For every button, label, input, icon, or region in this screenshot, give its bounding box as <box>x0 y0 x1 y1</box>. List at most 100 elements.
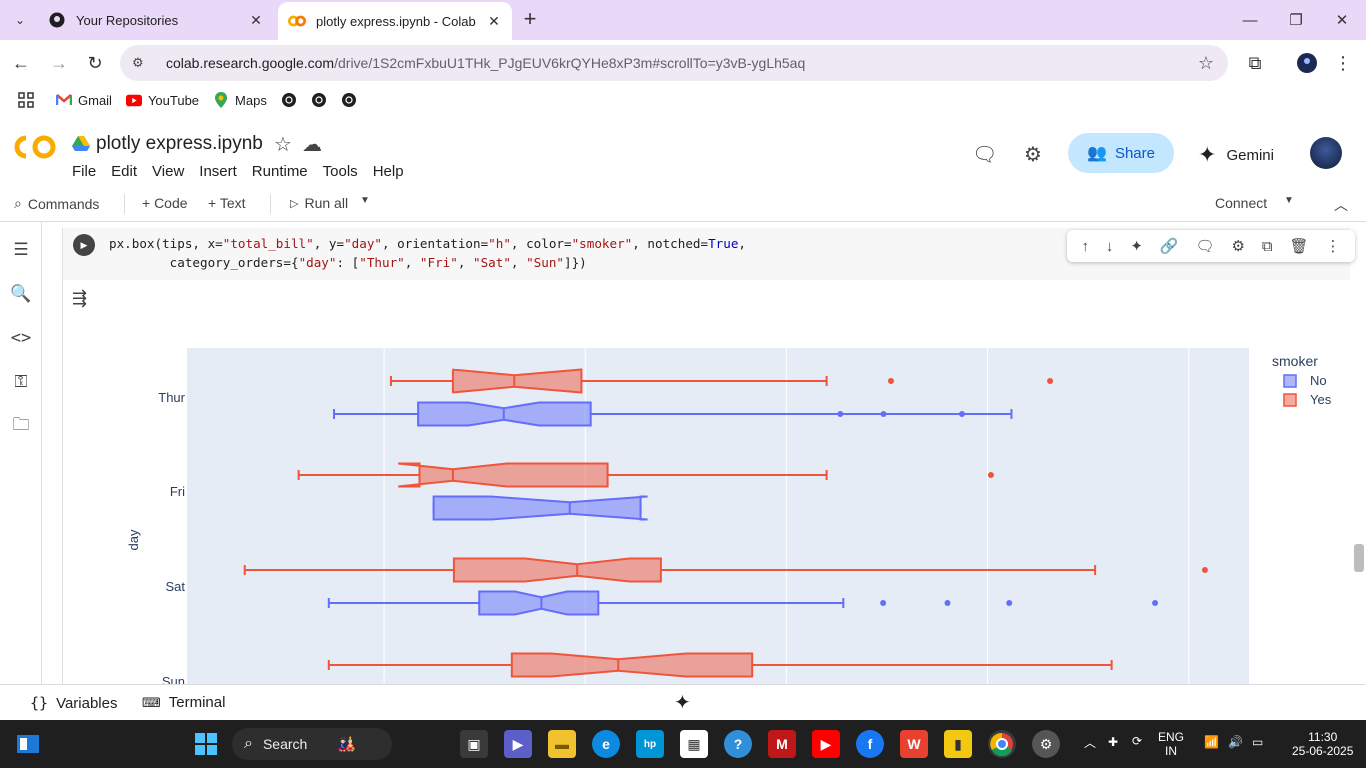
scrollbar-thumb[interactable] <box>1354 544 1364 572</box>
new-tab-icon[interactable]: + <box>518 8 542 32</box>
legend-label: No <box>1310 373 1327 388</box>
find-replace-icon[interactable]: 🔍 <box>10 283 32 305</box>
variables-button[interactable]: {} Variables <box>30 694 117 712</box>
collapse-header-icon[interactable]: ︿ <box>1334 195 1348 215</box>
chrome-icon[interactable] <box>988 730 1016 758</box>
connect-button[interactable]: Connect <box>1215 195 1267 211</box>
bookmark-maps[interactable]: Maps <box>213 92 267 108</box>
clock[interactable]: 11:30 25-06-2025 <box>1292 730 1353 758</box>
avatar[interactable] <box>1310 137 1342 169</box>
people-icon: 👥 <box>1087 145 1107 162</box>
share-button[interactable]: 👥 Share <box>1068 133 1174 173</box>
help-icon[interactable]: ? <box>724 730 752 758</box>
gemini-button[interactable]: ✦ Gemini <box>1198 142 1274 168</box>
myhp-icon[interactable]: hp <box>636 730 664 758</box>
menu-file[interactable]: File <box>72 163 96 180</box>
site-info-icon[interactable]: ⚙ <box>132 55 152 71</box>
legend-swatch <box>1283 393 1297 407</box>
store-icon[interactable]: ▦ <box>680 730 708 758</box>
outlier-point <box>887 378 894 384</box>
add-text-button[interactable]: + Text <box>208 195 246 211</box>
profile-avatar[interactable] <box>1294 50 1320 76</box>
windows-start-icon[interactable] <box>192 730 220 758</box>
run-all-button[interactable]: ▷ Run all <box>290 195 348 211</box>
box-yes-sat <box>452 557 662 583</box>
wps-office-icon[interactable]: W <box>900 730 928 758</box>
power-bi-icon[interactable]: ▮ <box>944 730 972 758</box>
bottom-bar: {} Variables ⌨ Terminal ✦ <box>0 684 1366 720</box>
search-icon: ⌕ <box>14 195 22 211</box>
menu-view[interactable]: View <box>152 163 184 180</box>
y-tick-label: Sat <box>165 579 185 594</box>
box-no-fri <box>432 495 648 521</box>
menu-tools[interactable]: Tools <box>323 163 358 180</box>
table-of-contents-icon[interactable]: ☰ <box>10 239 32 261</box>
settings-gear-icon[interactable]: ⚙ <box>1024 142 1042 167</box>
google-drive-icon[interactable] <box>72 135 90 153</box>
menu-edit[interactable]: Edit <box>111 163 137 180</box>
commands-button[interactable]: ⌕ Commands <box>14 195 99 212</box>
bookmark-youtube[interactable]: YouTube <box>125 92 199 108</box>
globe-icon[interactable] <box>341 92 357 108</box>
tab-your-repositories[interactable]: Your Repositories ✕ <box>38 0 274 40</box>
globe-icon[interactable] <box>281 92 297 108</box>
run-all-dropdown-icon[interactable]: ▼ <box>360 195 370 206</box>
menu-runtime[interactable]: Runtime <box>252 163 308 180</box>
tab-plotly-express[interactable]: plotly express.ipynb - Colab ✕ <box>278 2 512 40</box>
forward-arrow-icon[interactable]: → <box>46 50 72 76</box>
menu-help[interactable]: Help <box>373 163 404 180</box>
task-view-icon[interactable]: ▣ <box>460 730 488 758</box>
plot-background <box>187 348 1249 684</box>
facebook-icon[interactable]: f <box>856 730 884 758</box>
close-icon[interactable]: ✕ <box>246 10 266 30</box>
y-tick-label: Sun <box>162 674 185 684</box>
cloud-icon[interactable]: ☁ <box>302 132 322 157</box>
terminal-button[interactable]: ⌨ Terminal <box>142 694 225 711</box>
bookmark-star-icon[interactable]: ☆ <box>1198 53 1214 74</box>
address-bar[interactable]: ⚙ colab.research.google.com/drive/1S2cmF… <box>120 45 1228 81</box>
reload-icon[interactable]: ↻ <box>82 50 108 76</box>
extensions-icon[interactable]: ⧉ <box>1242 50 1268 76</box>
star-icon[interactable]: ☆ <box>274 132 292 157</box>
bookmark-gmail[interactable]: Gmail <box>56 92 112 108</box>
wifi-icon[interactable]: 📶 <box>1204 735 1219 749</box>
taskbar-search[interactable]: ⌕ Search 🎎 <box>232 728 392 760</box>
menu-insert[interactable]: Insert <box>199 163 237 180</box>
tray-sync-icon[interactable]: ⟳ <box>1132 734 1142 748</box>
show-hidden-icons-chevron-icon[interactable]: ︿ <box>1084 736 1096 750</box>
file-explorer-icon[interactable]: ▬ <box>548 730 576 758</box>
youtube-icon[interactable]: ▶ <box>812 730 840 758</box>
search-label: Search <box>262 736 308 752</box>
tab-title: Your Repositories <box>76 12 179 28</box>
globe-icon[interactable] <box>311 92 327 108</box>
close-icon[interactable]: ✕ <box>484 11 504 31</box>
restore-icon[interactable]: ❐ <box>1284 8 1308 32</box>
gemini-sparkle-icon[interactable]: ✦ <box>674 690 691 715</box>
desktop-widget-icon[interactable] <box>14 730 42 758</box>
battery-icon[interactable]: ▭ <box>1252 735 1263 749</box>
connect-dropdown-icon[interactable]: ▼ <box>1284 195 1294 206</box>
add-code-button[interactable]: + Code <box>142 195 188 211</box>
settings-gear-icon[interactable]: ⚙ <box>1032 730 1060 758</box>
gmail-icon <box>56 92 72 108</box>
mcafee-icon[interactable]: M <box>768 730 796 758</box>
apps-grid-icon[interactable] <box>18 92 34 108</box>
close-window-icon[interactable]: ✕ <box>1330 8 1354 32</box>
colab-logo[interactable] <box>14 134 58 167</box>
minimize-icon[interactable]: — <box>1238 8 1262 32</box>
language-indicator[interactable]: ENG IN <box>1158 730 1184 758</box>
tray-app-icon[interactable]: ✚ <box>1108 735 1118 749</box>
share-label: Share <box>1114 144 1155 162</box>
secrets-key-icon[interactable]: ⚿ <box>10 371 32 393</box>
files-folder-icon[interactable]: 🗀 <box>10 415 32 437</box>
notebook-title[interactable]: plotly express.ipynb <box>96 133 263 155</box>
back-arrow-icon[interactable]: ← <box>8 50 34 76</box>
teams-icon[interactable]: ▶ <box>504 730 532 758</box>
comment-icon[interactable]: 🗨 <box>972 142 997 167</box>
code-snippets-icon[interactable]: <> <box>10 327 32 349</box>
more-vert-icon[interactable]: ⋮ <box>1330 50 1356 76</box>
volume-icon[interactable]: 🔊 <box>1228 735 1243 749</box>
outlier-point <box>837 411 844 417</box>
edge-icon[interactable]: e <box>592 730 620 758</box>
tab-search-chevron-icon[interactable]: ⌄ <box>6 7 34 33</box>
